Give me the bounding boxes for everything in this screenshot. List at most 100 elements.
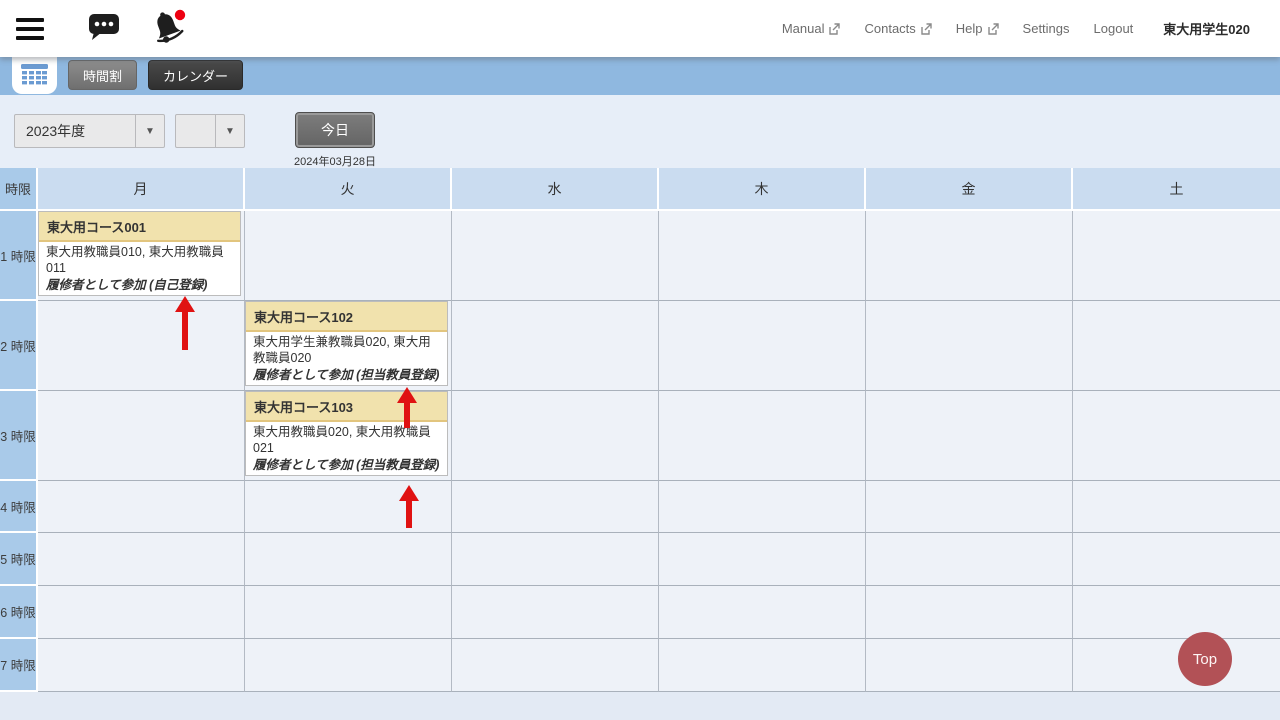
cell-sat-7 — [1073, 639, 1280, 692]
cell-thu-6 — [659, 586, 866, 639]
cell-wed-1 — [452, 211, 659, 301]
cell-tue-7 — [245, 639, 452, 692]
cell-mon-3 — [38, 391, 245, 481]
timetable-grid: 時限 月 火 水 木 金 土 1 時限 東大用コース001 東大用教職員010,… — [0, 168, 1280, 692]
chevron-down-icon: ▼ — [215, 115, 244, 147]
cell-thu-7 — [659, 639, 866, 692]
period-label-6: 6 時限 — [0, 586, 38, 639]
event-role: 履修者として参加 (担当教員登録) — [253, 368, 440, 384]
period-label-7: 7 時限 — [0, 639, 38, 692]
nav-manual-link[interactable]: Manual — [782, 21, 841, 36]
event-members: 東大用学生兼教職員020, 東大用教職員020 — [253, 335, 440, 367]
tab-calendar[interactable]: カレンダー — [148, 60, 243, 90]
event-members: 東大用教職員010, 東大用教職員011 — [46, 245, 233, 277]
cell-tue-3: 東大用コース103 東大用教職員020, 東大用教職員021 履修者として参加 … — [245, 391, 452, 481]
calendar-grid-icon — [21, 64, 48, 87]
period-row-1: 1 時限 東大用コース001 東大用教職員010, 東大用教職員011 履修者と… — [0, 211, 1280, 301]
top-navigation: Manual Contacts Help Settings Logout 東大用… — [782, 19, 1280, 38]
cell-fri-6 — [866, 586, 1073, 639]
cell-wed-7 — [452, 639, 659, 692]
cell-mon-4 — [38, 481, 245, 533]
cell-mon-7 — [38, 639, 245, 692]
cell-thu-3 — [659, 391, 866, 481]
cell-thu-4 — [659, 481, 866, 533]
period-row-3: 3 時限 東大用コース103 東大用教職員020, 東大用教職員021 履修者と… — [0, 391, 1280, 481]
cell-thu-1 — [659, 211, 866, 301]
top-bar: Manual Contacts Help Settings Logout 東大用… — [0, 0, 1280, 57]
cell-mon-1: 東大用コース001 東大用教職員010, 東大用教職員011 履修者として参加 … — [38, 211, 245, 301]
cell-sat-2 — [1073, 301, 1280, 391]
period-label-1: 1 時限 — [0, 211, 38, 301]
period-label-4: 4 時限 — [0, 481, 38, 533]
nav-logout-link[interactable]: Logout — [1094, 21, 1134, 36]
timetable-header-row: 時限 月 火 水 木 金 土 — [0, 168, 1280, 211]
cell-sat-6 — [1073, 586, 1280, 639]
cell-mon-5 — [38, 533, 245, 586]
cell-sat-3 — [1073, 391, 1280, 481]
tab-band: 時間割 カレンダー — [0, 57, 1280, 95]
cell-wed-4 — [452, 481, 659, 533]
cell-fri-1 — [866, 211, 1073, 301]
filter-panel: 2023年度 ▼ ▼ 今日 2024年03月28日 — [0, 95, 1280, 168]
nav-contacts-link[interactable]: Contacts — [864, 21, 931, 36]
page: Manual Contacts Help Settings Logout 東大用… — [0, 0, 1280, 720]
year-select[interactable]: 2023年度 ▼ — [14, 114, 165, 148]
period-row-7: 7 時限 — [0, 639, 1280, 692]
cell-sat-1 — [1073, 211, 1280, 301]
annotation-arrow-2 — [395, 387, 419, 428]
chevron-down-icon: ▼ — [135, 115, 164, 147]
period-label-5: 5 時限 — [0, 533, 38, 586]
username: 東大用学生020 — [1163, 19, 1250, 38]
event-course-title: 東大用コース102 — [246, 302, 447, 332]
event-course-title: 東大用コース001 — [39, 212, 240, 242]
period-label-2: 2 時限 — [0, 301, 38, 391]
cell-fri-3 — [866, 391, 1073, 481]
cell-mon-2 — [38, 301, 245, 391]
cell-mon-6 — [38, 586, 245, 639]
period-row-5: 5 時限 — [0, 533, 1280, 586]
tab-timetable[interactable]: 時間割 — [68, 60, 137, 90]
event-card-course102[interactable]: 東大用コース102 東大用学生兼教職員020, 東大用教職員020 履修者として… — [245, 301, 448, 386]
scroll-to-top-button[interactable]: Top — [1178, 632, 1232, 686]
cell-fri-4 — [866, 481, 1073, 533]
term-select[interactable]: ▼ — [175, 114, 245, 148]
current-date-label: 2024年03月28日 — [283, 153, 387, 169]
cell-tue-2: 東大用コース102 東大用学生兼教職員020, 東大用教職員020 履修者として… — [245, 301, 452, 391]
day-header-wed: 水 — [452, 168, 659, 211]
today-button[interactable]: 今日 — [295, 112, 375, 148]
cell-sat-4 — [1073, 481, 1280, 533]
cell-thu-2 — [659, 301, 866, 391]
cell-wed-2 — [452, 301, 659, 391]
chat-messages-icon[interactable] — [88, 13, 120, 44]
event-members: 東大用教職員020, 東大用教職員021 — [253, 425, 440, 457]
day-header-sat: 土 — [1073, 168, 1280, 211]
event-role: 履修者として参加 (担当教員登録) — [253, 458, 440, 474]
annotation-arrow-3 — [397, 485, 421, 528]
cell-wed-5 — [452, 533, 659, 586]
cell-tue-5 — [245, 533, 452, 586]
period-column-header: 時限 — [0, 168, 38, 211]
cell-wed-6 — [452, 586, 659, 639]
cell-tue-1 — [245, 211, 452, 301]
external-link-icon — [987, 23, 999, 35]
period-row-4: 4 時限 — [0, 481, 1280, 533]
cell-wed-3 — [452, 391, 659, 481]
nav-help-link[interactable]: Help — [956, 21, 999, 36]
annotation-arrow-1 — [173, 296, 197, 350]
cell-sat-5 — [1073, 533, 1280, 586]
day-header-mon: 月 — [38, 168, 245, 211]
period-row-6: 6 時限 — [0, 586, 1280, 639]
cell-fri-2 — [866, 301, 1073, 391]
day-header-fri: 金 — [866, 168, 1073, 211]
period-label-3: 3 時限 — [0, 391, 38, 481]
event-role: 履修者として参加 (自己登録) — [46, 278, 233, 294]
event-card-course001[interactable]: 東大用コース001 東大用教職員010, 東大用教職員011 履修者として参加 … — [38, 211, 241, 296]
cell-thu-5 — [659, 533, 866, 586]
cell-tue-6 — [245, 586, 452, 639]
nav-settings-link[interactable]: Settings — [1023, 21, 1070, 36]
cell-fri-7 — [866, 639, 1073, 692]
external-link-icon — [828, 23, 840, 35]
notifications-bell-icon[interactable] — [150, 9, 188, 48]
hamburger-menu-icon[interactable] — [16, 18, 44, 40]
day-header-tue: 火 — [245, 168, 452, 211]
